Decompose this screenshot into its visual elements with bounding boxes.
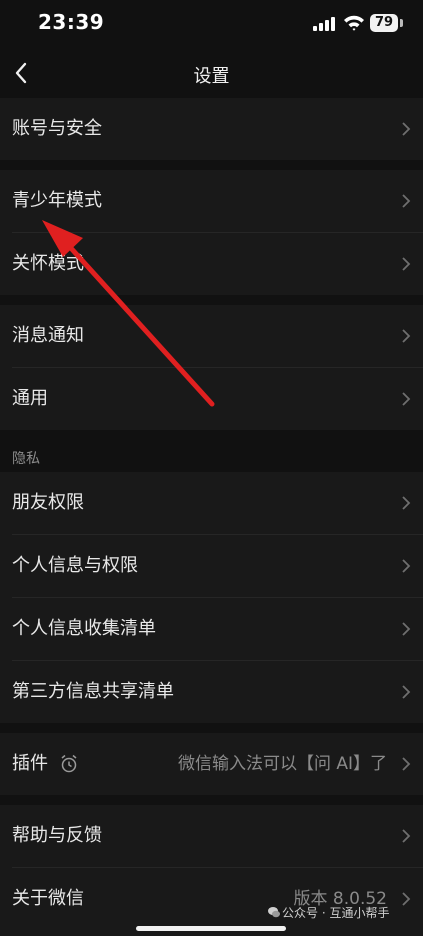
navigation-bar: 设置 — [0, 48, 423, 98]
chevron-right-icon — [402, 892, 411, 906]
chevron-right-icon — [402, 392, 411, 406]
settings-item-plugins[interactable]: 插件 微信输入法可以【问 AI】了 — [0, 733, 423, 795]
settings-item-label: 关于微信 — [12, 888, 84, 909]
settings-item-label: 关怀模式 — [12, 253, 84, 274]
chevron-right-icon — [402, 496, 411, 510]
settings-item-label: 青少年模式 — [12, 190, 102, 211]
settings-item-label: 朋友权限 — [12, 492, 84, 513]
group-modes: 青少年模式 关怀模式 — [0, 170, 423, 295]
settings-item-care-mode[interactable]: 关怀模式 — [0, 233, 423, 295]
chevron-right-icon — [402, 757, 411, 771]
chevron-right-icon — [402, 622, 411, 636]
battery-tip — [400, 19, 403, 27]
chevron-right-icon — [402, 829, 411, 843]
settings-item-label: 个人信息与权限 — [12, 555, 138, 576]
chevron-right-icon — [402, 685, 411, 699]
chevron-right-icon — [402, 122, 411, 136]
home-indicator[interactable] — [136, 926, 286, 931]
group-notify-general: 消息通知 通用 — [0, 305, 423, 430]
settings-item-label: 个人信息收集清单 — [12, 618, 156, 639]
settings-item-notifications[interactable]: 消息通知 — [0, 305, 423, 367]
alarm-clock-icon — [61, 754, 77, 773]
chevron-right-icon — [402, 257, 411, 271]
settings-item-label: 插件 — [12, 753, 48, 774]
settings-item-general[interactable]: 通用 — [0, 368, 423, 430]
status-time: 23:39 — [38, 10, 105, 34]
group-account: 账号与安全 — [0, 98, 423, 160]
settings-item-help-feedback[interactable]: 帮助与反馈 — [0, 805, 423, 867]
chevron-right-icon — [402, 329, 411, 343]
battery-icon: 79 — [370, 14, 398, 32]
settings-item-personal-info-permissions[interactable]: 个人信息与权限 — [0, 535, 423, 597]
settings-item-info-collection-list[interactable]: 个人信息收集清单 — [0, 598, 423, 660]
section-header-privacy: 隐私 — [12, 451, 40, 467]
settings-item-label: 通用 — [12, 388, 48, 409]
settings-item-label: 第三方信息共享清单 — [12, 681, 174, 702]
settings-item-label: 消息通知 — [12, 325, 84, 346]
page-title: 设置 — [193, 66, 230, 87]
watermark: 公众号 · 互通小帮手 — [282, 906, 390, 920]
chevron-right-icon — [402, 194, 411, 208]
group-privacy: 朋友权限 个人信息与权限 个人信息收集清单 第三方信息共享清单 — [0, 472, 423, 723]
settings-item-friend-permissions[interactable]: 朋友权限 — [0, 472, 423, 534]
settings-item-label: 账号与安全 — [12, 118, 102, 139]
wifi-icon — [344, 15, 364, 31]
settings-item-value: 微信输入法可以【问 AI】了 — [177, 754, 387, 774]
settings-item-account-security[interactable]: 账号与安全 — [0, 98, 423, 160]
cellular-signal-icon — [313, 15, 337, 31]
settings-item-youth-mode[interactable]: 青少年模式 — [0, 170, 423, 232]
settings-item-third-party-sharing[interactable]: 第三方信息共享清单 — [0, 661, 423, 723]
settings-item-label: 帮助与反馈 — [12, 825, 102, 846]
status-bar: 23:39 79 — [0, 0, 423, 48]
wechat-logo-icon — [268, 907, 280, 918]
group-plugins: 插件 微信输入法可以【问 AI】了 — [0, 733, 423, 795]
chevron-right-icon — [402, 559, 411, 573]
